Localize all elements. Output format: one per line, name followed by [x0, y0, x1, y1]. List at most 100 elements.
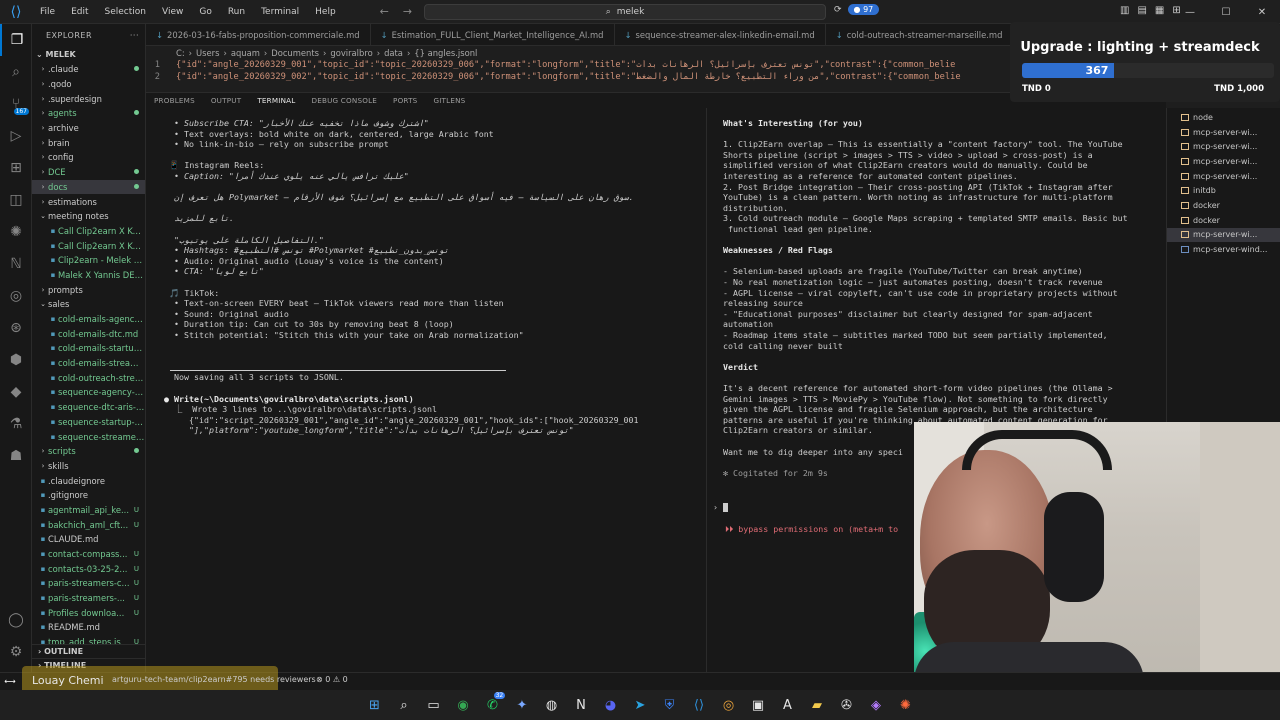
n8n-icon[interactable]: ℕ [0, 248, 32, 280]
docker-icon[interactable]: ⬢ [0, 344, 32, 376]
editor-tab[interactable]: ↓ cold-outreach-streamer-marseille.md [826, 24, 1014, 45]
agent-icon[interactable]: ☗ [0, 440, 32, 472]
search-view-icon[interactable]: ⌕ [0, 56, 32, 88]
tree-item[interactable]: › archive [32, 121, 145, 136]
breadcrumb-item[interactable]: Documents [271, 48, 319, 58]
tree-item[interactable]: ▪ Call Clip2earn X Kos... [32, 238, 145, 253]
settings-gear-icon[interactable]: ⚙ [0, 636, 32, 668]
tree-item[interactable]: › estimations [32, 194, 145, 209]
tree-item[interactable]: › .claude [32, 62, 145, 77]
prompt-line[interactable]: › [713, 502, 728, 512]
tree-item[interactable]: › docs [32, 179, 145, 195]
panel-tab[interactable]: DEBUG CONSOLE [303, 93, 385, 109]
notification-pill[interactable]: ● 97 [847, 4, 880, 15]
tree-item[interactable]: ▪ README.md [32, 620, 145, 635]
breadcrumb-item[interactable]: aquam [231, 48, 260, 58]
chrome-like-icon[interactable]: ◉ [448, 690, 478, 720]
tree-item[interactable]: › scripts [32, 444, 145, 459]
menu-item[interactable]: Edit [63, 7, 96, 17]
tree-item[interactable]: ▪ cold-emails-streame... [32, 356, 145, 371]
tree-item[interactable]: ▪ paris-streamers-c... U [32, 576, 145, 591]
tree-item[interactable]: ▪ Malek X Yannis DEBR... [32, 268, 145, 283]
tree-item[interactable]: ▪ Clip2earn - Melek G... [32, 253, 145, 268]
menu-item[interactable]: Terminal [253, 7, 307, 17]
workspace-root[interactable]: ⌄ MELEK [32, 46, 145, 62]
tree-item[interactable]: ▪ Call Clip2earn X Kos... [32, 224, 145, 239]
more-actions-icon[interactable]: ··· [130, 31, 139, 40]
menu-item[interactable]: Help [307, 7, 344, 17]
tree-item[interactable]: ▪ .claudeignore [32, 473, 145, 488]
account-icon[interactable]: ◯ [0, 604, 32, 636]
run-debug-icon[interactable]: ▷ [0, 120, 32, 152]
problems-status[interactable]: ⊗ 0 ⚠ 0 [316, 675, 348, 684]
tree-item[interactable]: ▪ .gitignore [32, 488, 145, 503]
task-view-icon[interactable]: ▭ [419, 690, 449, 720]
menu-item[interactable]: Run [220, 7, 253, 17]
panel-tab[interactable]: TERMINAL [249, 93, 304, 109]
right-tree-item[interactable]: mcp-server-wi... [1167, 139, 1280, 154]
outline-section[interactable]: › OUTLINE [32, 644, 145, 658]
toggle-panel-icon[interactable]: ▤ [1137, 5, 1146, 16]
maximize-icon[interactable]: ☐ [1208, 0, 1244, 24]
tree-item[interactable]: ▪ cold-emails-agency... [32, 312, 145, 327]
tree-item[interactable]: › brain [32, 135, 145, 150]
tree-item[interactable]: ▪ sequence-dtc-aris-lin... [32, 400, 145, 415]
tree-item[interactable]: › .qodo [32, 77, 145, 92]
panel-tab[interactable]: GITLENS [425, 93, 473, 109]
editor-content[interactable]: 1 {"id":"angle_20260329_001","topic_id":"… [146, 60, 1016, 90]
copilot-taskbar-icon[interactable]: ✦ [507, 690, 537, 720]
copilot-icon[interactable]: ⟳ [834, 5, 842, 15]
tree-item[interactable]: › prompts [32, 282, 145, 297]
editor-tab[interactable]: ↓ Estimation_FULL_Client_Market_Intellige… [371, 24, 615, 45]
whatsapp-icon[interactable]: ✆ 32 [478, 690, 508, 720]
tree-item[interactable]: ▪ cold-emails-dtc.md [32, 326, 145, 341]
shield-icon[interactable]: ⛨ [655, 690, 685, 720]
back-arrow-icon[interactable]: ← [380, 5, 389, 18]
start-icon[interactable]: ⊞ [360, 690, 390, 720]
python-icon[interactable]: ◆ [0, 376, 32, 408]
app-spark-icon[interactable]: ✺ [891, 690, 921, 720]
tree-item[interactable]: › config [32, 150, 145, 165]
tree-item[interactable]: ▪ sequence-agency-sa... [32, 385, 145, 400]
gitlens-status[interactable]: artguru-tech-team/clip2earn#795 needs re… [112, 675, 316, 684]
tree-item[interactable]: ⌄ meeting notes [32, 209, 145, 224]
tree-item[interactable]: › .superdesign [32, 91, 145, 106]
terminal-icon[interactable]: ▣ [743, 690, 773, 720]
right-tree-item[interactable]: mcp-server-wi... [1167, 154, 1280, 169]
tree-item[interactable]: ▪ cold-emails-startup... [32, 341, 145, 356]
tree-item[interactable]: › agents [32, 106, 145, 121]
tree-item[interactable]: ▪ contact-compass... U [32, 547, 145, 562]
toggle-secondary-icon[interactable]: ▦ [1155, 5, 1164, 16]
toggle-sidebar-icon[interactable]: ▥ [1120, 5, 1129, 16]
tree-item[interactable]: ▪ Profiles downloa... U [32, 605, 145, 620]
vscode-taskbar-icon[interactable]: ⟨⟩ [684, 690, 714, 720]
source-control-icon[interactable]: ⑂ 167 [0, 88, 32, 120]
app-purple-icon[interactable]: ◈ [861, 690, 891, 720]
right-tree-item[interactable]: docker [1167, 198, 1280, 213]
right-tree-item[interactable]: node [1167, 110, 1280, 125]
notion-icon[interactable]: N [566, 690, 596, 720]
menu-item[interactable]: Go [191, 7, 219, 17]
tree-item[interactable]: › DCE [32, 165, 145, 180]
right-tree-item[interactable]: mcp-server-wi... [1167, 169, 1280, 184]
tree-item[interactable]: ▪ cold-outreach-strea... [32, 370, 145, 385]
app-a-icon[interactable]: A [773, 690, 803, 720]
tree-item[interactable]: ▪ bakchich_aml_cft... U [32, 517, 145, 532]
editor-line[interactable]: 2 {"id":"angle_20260329_002","topic_id":"… [146, 72, 1016, 84]
editor-tab[interactable]: ↓ sequence-streamer-alex-linkedin-email.m… [615, 24, 826, 45]
breadcrumb-item[interactable]: goviralbro [330, 48, 372, 58]
forward-arrow-icon[interactable]: → [403, 5, 412, 18]
minimize-icon[interactable]: — [1172, 0, 1208, 24]
panel-tab[interactable]: PROBLEMS [146, 93, 203, 109]
command-center-search[interactable]: ⌕ melek [424, 4, 826, 20]
tree-item[interactable]: ▪ contacts-03-25-2... U [32, 561, 145, 576]
extensions-icon[interactable]: ⊞ [0, 152, 32, 184]
right-tree-item[interactable]: initdb [1167, 183, 1280, 198]
close-icon[interactable]: ✕ [1244, 0, 1280, 24]
menu-item[interactable]: View [154, 7, 191, 17]
breadcrumb-item[interactable]: {} angles.jsonl [414, 48, 477, 58]
tree-item[interactable]: ▪ sequence-startup-bil... [32, 415, 145, 430]
right-tree-item[interactable]: mcp-server-wi... [1167, 227, 1280, 243]
discord-icon[interactable]: ◕ [596, 690, 626, 720]
terminal-left[interactable]: • Subscribe CTA: "اشترك وشوف ماذا تخفيه … [146, 108, 706, 672]
